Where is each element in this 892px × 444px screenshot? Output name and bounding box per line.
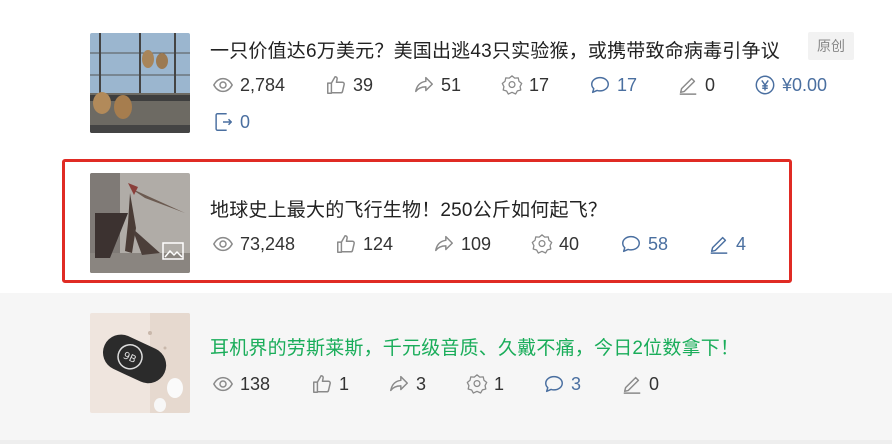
selection-highlight-box	[62, 159, 792, 283]
article-thumbnail-monkeys[interactable]	[90, 33, 190, 133]
article-thumbnail-earphones[interactable]: 9B	[90, 313, 190, 413]
comments-stat[interactable]: 3	[543, 370, 581, 398]
views-stat: 138	[212, 370, 270, 398]
article-title[interactable]: 一只价值达6万美元？美国出逃43只实验猴，或携带致命病毒引争议	[210, 36, 780, 63]
shares-stat: 51	[413, 71, 461, 99]
gear-badge-icon	[501, 74, 529, 96]
share-arrow-icon	[413, 74, 441, 96]
share-arrow-icon	[388, 373, 416, 395]
thumbs-up-icon	[325, 74, 353, 96]
comment-bubble-icon	[589, 74, 617, 96]
comments-count: 3	[571, 373, 582, 394]
likes-stat: 39	[325, 71, 373, 99]
pencil-icon	[621, 373, 649, 395]
likes-stat: 1	[311, 370, 349, 398]
original-tag: 原创	[808, 32, 854, 60]
exports-stat[interactable]: 0	[212, 108, 250, 136]
views-count: 138	[240, 373, 271, 394]
edits-count: 0	[705, 74, 716, 95]
article-row-3: 9B 耳机界的劳斯莱斯，千元级音质、久戴不痛，今日2位数拿下！ 138 1 3 …	[0, 293, 892, 444]
likes-count: 1	[339, 373, 350, 394]
comment-bubble-icon	[543, 373, 571, 395]
bottom-divider	[0, 440, 892, 444]
edits-count: 0	[649, 373, 660, 394]
comments-count: 17	[617, 74, 638, 95]
favorites-count: 1	[494, 373, 505, 394]
gear-badge-icon	[466, 373, 494, 395]
earnings-amount: ¥0.00	[782, 74, 828, 95]
eye-icon	[212, 74, 240, 96]
article-title[interactable]: 耳机界的劳斯莱斯，千元级音质、久戴不痛，今日2位数拿下！	[210, 333, 739, 360]
pencil-icon	[677, 74, 705, 96]
edits-stat: 0	[621, 370, 659, 398]
article-row-1: 一只价值达6万美元？美国出逃43只实验猴，或携带致命病毒引争议 原创 2,784…	[0, 0, 892, 148]
edits-stat: 0	[677, 71, 715, 99]
views-count: 2,784	[240, 74, 286, 95]
shares-count: 51	[441, 74, 462, 95]
comments-stat[interactable]: 17	[589, 71, 637, 99]
views-stat: 2,784	[212, 71, 285, 99]
thumbs-up-icon	[311, 373, 339, 395]
likes-count: 39	[353, 74, 374, 95]
favorites-count: 17	[529, 74, 550, 95]
shares-count: 3	[416, 373, 427, 394]
yen-coin-icon	[754, 74, 782, 96]
export-icon	[212, 111, 240, 133]
exports-count: 0	[240, 111, 251, 132]
eye-icon	[212, 373, 240, 395]
favorites-stat: 17	[501, 71, 549, 99]
earnings-stat: ¥0.00	[754, 71, 827, 99]
shares-stat: 3	[388, 370, 426, 398]
favorites-stat: 1	[466, 370, 504, 398]
